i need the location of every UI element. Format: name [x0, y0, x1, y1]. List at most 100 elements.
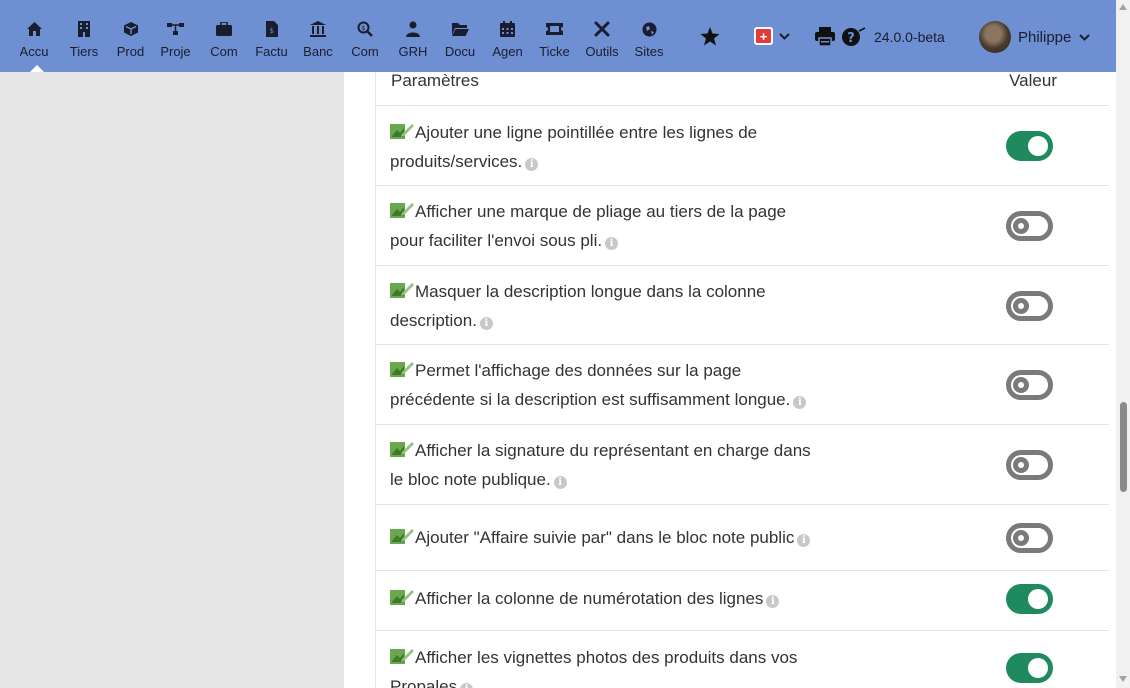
setting-label-line1: Afficher une marque de pliage au tiers d… [415, 202, 787, 221]
scrollbar-thumb[interactable] [1120, 402, 1127, 492]
nav-item-bank[interactable]: Banc [301, 0, 335, 72]
setting-toggle[interactable] [1006, 523, 1053, 553]
invoice-icon: $ [265, 18, 278, 40]
print-button[interactable] [815, 27, 835, 51]
info-icon[interactable]: i [479, 317, 493, 330]
setting-label-line1: Ajouter une ligne pointillée entre les l… [415, 123, 758, 142]
setting-toggle[interactable] [1006, 291, 1053, 321]
nav-item-commercial[interactable]: Com [208, 0, 240, 72]
nav-item-products[interactable]: Prod [114, 0, 147, 72]
scroll-down-arrow-icon[interactable] [1119, 676, 1127, 682]
nav-label: Proje [160, 44, 191, 59]
setting-label: Afficher la signature du représentant en… [390, 436, 890, 494]
setting-pictogram-icon [390, 122, 414, 140]
question-circle-icon: ? [842, 27, 866, 52]
nav-label: Tiers [69, 44, 99, 59]
printer-icon [815, 27, 835, 51]
info-icon[interactable]: i [797, 534, 811, 547]
nav-item-tickets[interactable]: Ticke [538, 0, 571, 72]
nav-item-projects[interactable]: Proje [160, 0, 191, 72]
setting-pictogram-icon [390, 440, 414, 458]
swiss-flag-icon: + [754, 27, 773, 45]
setting-label-line1: Permet l'affichage des données sur la pa… [415, 361, 742, 380]
nav-item-hr[interactable]: GRH [396, 0, 430, 72]
nav-item-billing[interactable]: $ Factu [255, 0, 288, 72]
star-icon [700, 27, 720, 51]
tools-icon [594, 18, 610, 40]
setting-toggle[interactable] [1006, 211, 1053, 241]
nav-label: Accu [19, 44, 49, 59]
globe-icon [642, 18, 657, 40]
nav-label: Docu [444, 44, 476, 59]
table-row: Afficher la colonne de numérotation des … [376, 571, 1109, 631]
building-icon [78, 18, 90, 40]
setting-label: Ajouter une ligne pointillée entre les l… [390, 118, 890, 176]
nav-label: GRH [398, 44, 428, 59]
setting-label: Permet l'affichage des données sur la pa… [390, 356, 890, 414]
toggle-knob [1013, 218, 1029, 234]
info-icon[interactable]: i [793, 396, 807, 409]
setting-label-line1: Masquer la description longue dans la co… [415, 282, 766, 301]
nav-label: Banc [303, 44, 333, 59]
setting-label: Afficher une marque de pliage au tiers d… [390, 197, 890, 255]
setting-toggle[interactable] [1006, 450, 1053, 480]
info-icon[interactable]: i [766, 595, 780, 608]
setting-toggle[interactable] [1006, 370, 1053, 400]
toggle-knob [1013, 298, 1029, 314]
briefcase-icon [216, 18, 232, 40]
nav-item-sites[interactable]: Sites [632, 0, 666, 72]
setting-label-line2: Propales [390, 677, 458, 688]
setting-pictogram-icon [390, 527, 414, 545]
toggle-knob [1013, 530, 1029, 546]
nav-label: Agen [492, 44, 523, 59]
setting-label-line1: Ajouter "Affaire suivie par" dans le blo… [415, 528, 795, 547]
toggle-knob [1028, 658, 1048, 678]
bookmark-button[interactable] [700, 27, 720, 51]
project-icon [167, 18, 184, 40]
setting-label: Afficher les vignettes photos des produi… [390, 643, 890, 688]
settings-table: Paramètres Valeur Ajouter une ligne poin… [376, 72, 1109, 688]
nav-item-home[interactable]: Accu [18, 0, 50, 72]
nav-item-documents[interactable]: Docu [444, 0, 476, 72]
table-row: Ajouter "Affaire suivie par" dans le blo… [376, 505, 1109, 571]
nav-label: Com [210, 44, 238, 59]
setting-label-line2: le bloc note publique. [390, 470, 551, 489]
setting-label-line2: description. [390, 311, 477, 330]
info-icon[interactable]: i [605, 237, 619, 250]
nav-label: Outils [585, 44, 619, 59]
toggle-knob [1013, 457, 1029, 473]
table-row: Ajouter une ligne pointillée entre les l… [376, 107, 1109, 186]
nav-item-commissions[interactable]: $ Com [349, 0, 381, 72]
nav-item-tiers[interactable]: Tiers [67, 0, 101, 72]
nav-label: Factu [255, 44, 288, 59]
home-icon [26, 18, 43, 40]
setting-toggle[interactable] [1006, 131, 1053, 161]
nav-item-tools[interactable]: Outils [585, 0, 619, 72]
nav-item-agenda[interactable]: Agen [491, 0, 524, 72]
top-navigation-bar: Accu Tiers Prod Proje Com $ Factu Banc $… [0, 0, 1116, 72]
vertical-scrollbar[interactable] [1116, 0, 1130, 688]
setting-pictogram-icon [390, 201, 414, 219]
setting-label-line2: précédente si la description est suffisa… [390, 390, 791, 409]
column-header-parameters: Paramètres [391, 72, 479, 90]
version-text: 24.0.0-beta [874, 29, 945, 45]
active-nav-indicator [30, 65, 44, 72]
help-button[interactable]: ? [842, 27, 866, 52]
table-header: Paramètres Valeur [376, 72, 1109, 106]
folder-icon [451, 18, 469, 40]
setting-pictogram-icon [390, 588, 414, 606]
bank-icon [310, 18, 326, 40]
scroll-up-arrow-icon[interactable] [1119, 4, 1127, 10]
multicompany-dropdown[interactable]: + [754, 27, 790, 45]
info-icon[interactable]: i [525, 158, 539, 171]
info-icon[interactable]: i [460, 683, 474, 688]
version-label: 24.0.0-beta [874, 29, 945, 45]
setting-label: Masquer la description longue dans la co… [390, 277, 890, 335]
user-menu[interactable]: Philippe [979, 21, 1091, 53]
left-sidebar [0, 72, 344, 688]
setting-toggle[interactable] [1006, 653, 1053, 683]
setting-label-line1: Afficher les vignettes photos des produi… [415, 648, 798, 667]
svg-text:$: $ [269, 27, 273, 35]
info-icon[interactable]: i [553, 476, 567, 489]
setting-toggle[interactable] [1006, 584, 1053, 614]
